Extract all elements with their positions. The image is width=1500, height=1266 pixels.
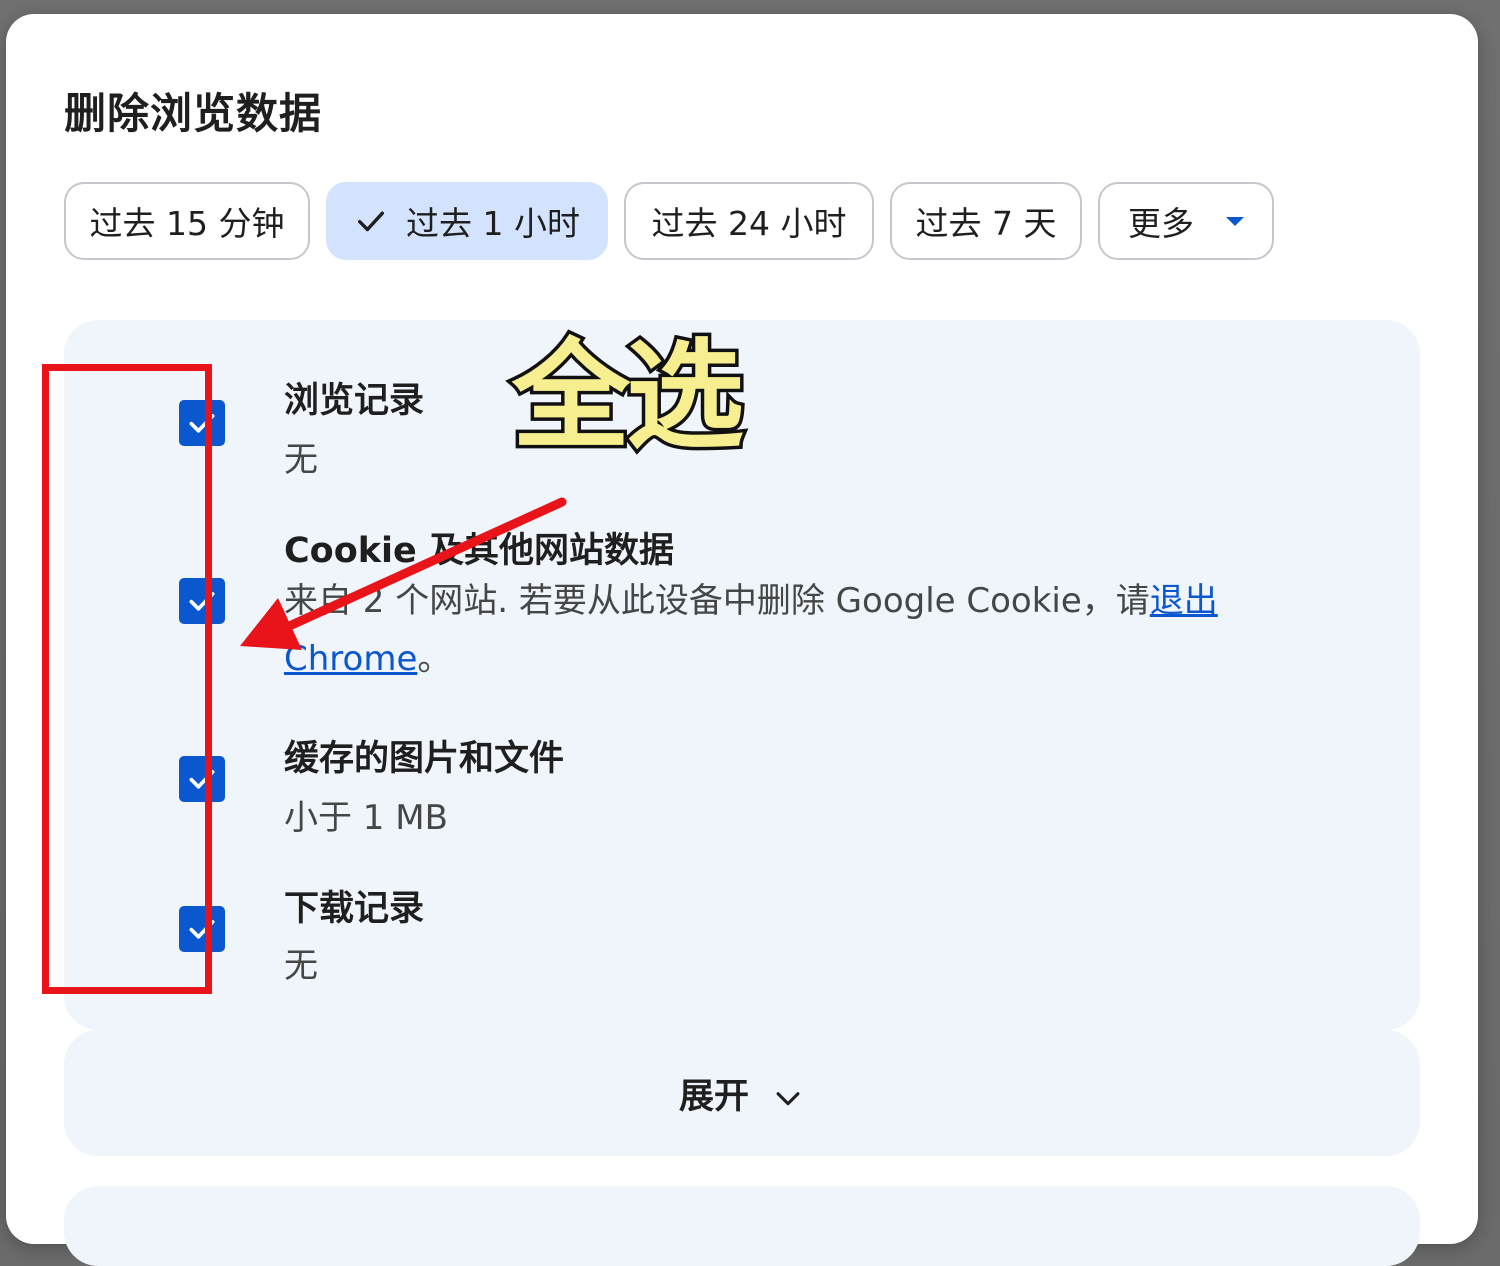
chip-label: 过去 24 小时 (651, 204, 847, 243)
chevron-down-icon (776, 1092, 800, 1106)
chip-label: 过去 7 天 (915, 204, 1057, 243)
clear-browsing-data-dialog: 删除浏览数据 过去 15 分钟 过去 1 小时 过去 24 小时 过去 7 天 … (6, 14, 1478, 1266)
annotation-select-all-text: 全选 (508, 324, 747, 469)
chip-label: 更多 (1128, 204, 1194, 243)
expand-button[interactable]: 展开 (64, 1030, 1420, 1156)
item-title-download-history: 下载记录 (284, 889, 425, 929)
chip-label: 过去 15 分钟 (89, 204, 285, 243)
chip-last-15-minutes[interactable]: 过去 15 分钟 (64, 182, 310, 260)
item-subtitle-cached-images: 小于 1 MB (284, 798, 448, 838)
data-types-panel: 浏览记录 无 Cookie 及其他网站数据 来自 2 个网站. 若要从此设备中删… (64, 320, 1420, 1030)
check-icon (357, 211, 385, 232)
item-title-browsing-history: 浏览记录 (284, 381, 425, 421)
chip-label: 过去 1 小时 (406, 204, 580, 243)
item-subtitle-browsing-history: 无 (284, 440, 318, 480)
chip-last-7-days[interactable]: 过去 7 天 (890, 182, 1082, 260)
item-subtitle-download-history: 无 (284, 946, 318, 986)
item-subtitle-cookies: 来自 2 个网站. 若要从此设备中删除 Google Cookie，请退出 Ch… (284, 572, 1344, 688)
expand-label: 展开 (678, 1076, 749, 1117)
next-section-panel (64, 1186, 1420, 1266)
caret-down-icon (1226, 216, 1244, 226)
item-title-cached-images: 缓存的图片和文件 (284, 739, 565, 779)
annotation-highlight-box (42, 364, 212, 994)
chip-last-1-hour[interactable]: 过去 1 小时 (326, 182, 608, 260)
cookie-description: 来自 2 个网站. 若要从此设备中删除 Google Cookie，请 (284, 581, 1150, 621)
item-title-cookies: Cookie 及其他网站数据 (284, 531, 674, 571)
chip-more-dropdown[interactable]: 更多 (1098, 182, 1274, 260)
chip-last-24-hours[interactable]: 过去 24 小时 (624, 182, 874, 260)
dialog-title: 删除浏览数据 (64, 89, 323, 138)
cookie-description-end: 。 (417, 639, 452, 679)
